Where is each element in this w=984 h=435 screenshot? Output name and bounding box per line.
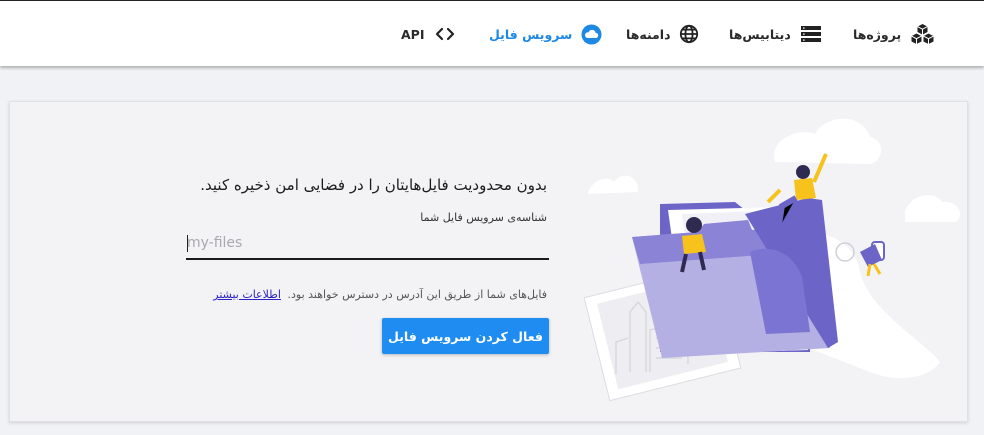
nav-label-file-service: سرویس فایل <box>489 26 573 42</box>
nav-label-domains: دامنه‌ها <box>626 26 671 42</box>
learn-more-link[interactable]: اطلاعات بیشتر <box>213 288 281 301</box>
nav-item-projects[interactable]: پروژه‌ها <box>853 22 935 46</box>
database-icon <box>800 25 822 43</box>
address-hint-text: فایل‌های شما از طریق این آدرس در دسترس خ… <box>287 288 548 301</box>
file-service-card: بدون محدودیت فایل‌هایتان را در فضایی امن… <box>9 101 968 422</box>
activate-file-service-button[interactable]: فعال کردن سرویس فایل <box>382 318 549 354</box>
nav-label-databases: دیتابیس‌ها <box>729 26 791 42</box>
nav-item-databases[interactable]: دیتابیس‌ها <box>729 22 822 46</box>
nav-label-projects: پروژه‌ها <box>853 26 902 42</box>
folder-shape <box>632 198 838 358</box>
page-heading: بدون محدودیت فایل‌هایتان را در فضایی امن… <box>200 176 547 194</box>
cubes-icon <box>910 23 935 45</box>
file-service-id-label: شناسه‌ی سرویس فایل شما <box>420 211 547 224</box>
nav-item-file-service[interactable]: سرویس فایل <box>489 22 602 46</box>
globe-icon <box>679 24 699 44</box>
address-hint: فایل‌های شما از طریق این آدرس در دسترس خ… <box>213 288 547 301</box>
file-storage-illustration <box>583 118 961 402</box>
cloud-icon <box>581 24 602 45</box>
nav-item-api[interactable]: API <box>401 22 456 46</box>
nav-item-domains[interactable]: دامنه‌ها <box>626 22 699 46</box>
text-cursor <box>187 235 188 252</box>
code-icon <box>434 26 456 42</box>
nav-label-api: API <box>401 26 425 42</box>
top-navigation-bar: پروژه‌ها دیتابیس‌ها <box>0 0 984 66</box>
file-service-id-input[interactable] <box>186 228 549 260</box>
